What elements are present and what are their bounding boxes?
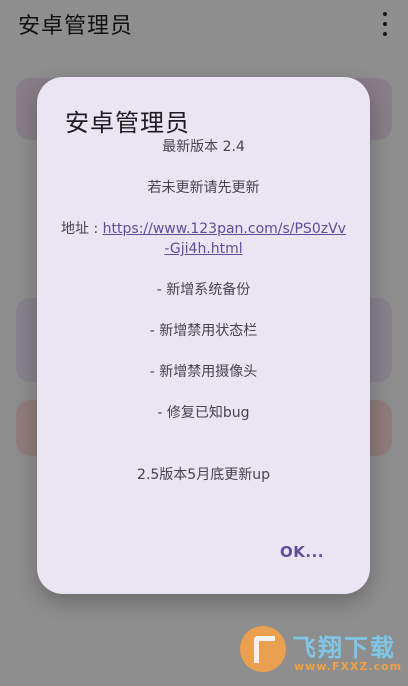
- watermark-text: 飞翔下载: [292, 634, 396, 662]
- address-line: 地址 : https://www.123pan.com/s/PS0zVv: [51, 219, 356, 239]
- address-line-2: -Gji4h.html: [51, 239, 356, 259]
- download-link-continued[interactable]: -Gji4h.html: [164, 241, 242, 257]
- changelog-item: - 新增系统备份: [156, 282, 251, 298]
- dialog-message: 最新版本 2.4 若未更新请先更新 地址 : https://www.123pa…: [51, 137, 356, 485]
- address-label: 地址 :: [61, 221, 103, 237]
- download-link[interactable]: https://www.123pan.com/s/PS0zVv: [103, 221, 346, 237]
- watermark-url: www.FXXZ.com: [294, 660, 403, 673]
- update-notice: 若未更新请先更新: [147, 180, 260, 196]
- changelog-item: - 修复已知bug: [157, 405, 250, 421]
- next-update-text: 2.5版本5月底更新up: [137, 467, 270, 483]
- watermark-logo-icon: [240, 626, 286, 672]
- changelog-item: - 新增禁用状态栏: [149, 323, 258, 339]
- version-text: 最新版本 2.4: [162, 139, 245, 155]
- dialog-title: 安卓管理员: [65, 109, 190, 137]
- ok-button[interactable]: OK...: [280, 543, 324, 561]
- update-dialog: 安卓管理员 最新版本 2.4 若未更新请先更新 地址 : https://www…: [37, 77, 370, 594]
- changelog-item: - 新增禁用摄像头: [149, 364, 258, 380]
- watermark: 飞翔下载 www.FXXZ.com: [240, 624, 403, 680]
